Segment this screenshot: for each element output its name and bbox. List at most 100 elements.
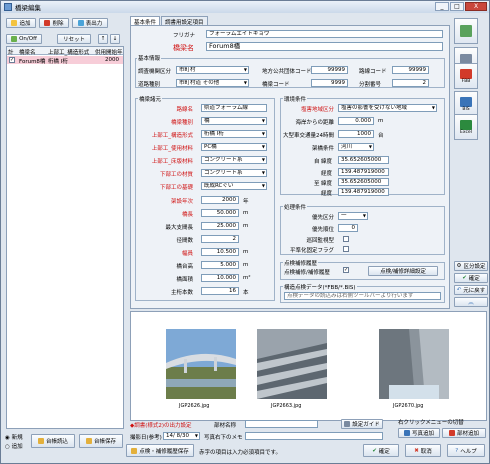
length-input[interactable]: 50.000 — [201, 209, 239, 217]
add-photo-button[interactable]: 写真追加 — [398, 428, 440, 438]
output-button[interactable]: 表出力 — [72, 18, 108, 28]
inspect-detail-button[interactable]: 点検/補修詳細設定 — [368, 266, 438, 276]
undo-button[interactable]: ↶ 元に戻す — [454, 285, 488, 295]
lat2-label: 緯度 — [321, 181, 333, 187]
read-ledger-button[interactable]: 台帳読込 — [31, 434, 75, 448]
memo-input[interactable] — [245, 432, 383, 440]
move-down-button[interactable]: ↓ — [110, 34, 120, 44]
admin-select[interactable]: 市町村 — [176, 66, 249, 74]
setting-guide-button[interactable]: 設定ガイド — [341, 419, 383, 429]
bridge-name-input[interactable]: Forum8橋 — [206, 42, 443, 51]
photo-thumbnail-1[interactable] — [166, 329, 236, 399]
output-settings-label: ◆調書(様式2)の出力設定 — [130, 423, 192, 429]
undo-icon: ↶ — [456, 287, 462, 293]
confirm-button[interactable]: ✔ 確定 — [454, 273, 488, 283]
basic-info-title: 基本情報 — [137, 54, 162, 62]
add-icon — [11, 20, 18, 26]
lon2-input[interactable]: 139.487919000 — [338, 188, 389, 196]
watch-checkbox[interactable] — [343, 236, 349, 242]
route-input[interactable]: 県道フォーラム線 — [201, 104, 267, 112]
sea-input[interactable]: 0.000 — [338, 117, 374, 125]
bridge-code-input[interactable]: 9999 — [311, 79, 348, 87]
year-label: 架設年次 — [170, 199, 193, 205]
lat2-input[interactable]: 35.652605000 — [338, 178, 389, 186]
priority-label: 優先区分 — [311, 215, 334, 221]
cross-select[interactable]: 河川 — [338, 143, 374, 151]
add-button[interactable]: 追加 — [6, 18, 36, 28]
route-code-label: 路線コード — [359, 69, 387, 75]
deck-select[interactable]: コンクリート系 — [201, 156, 267, 164]
salt-select[interactable]: 塩害の影響を受けない地域 — [338, 104, 437, 112]
row-name: Forum8橋 — [19, 59, 46, 65]
foundation-select[interactable]: 既成RCぐい — [201, 182, 267, 190]
road-label: 道路種別 — [138, 82, 161, 88]
flag-checkbox[interactable] — [343, 246, 349, 252]
output-icon — [77, 20, 84, 26]
repair-checkbox[interactable]: ✓ — [343, 267, 349, 273]
photo-thumbnail-3[interactable] — [379, 329, 449, 399]
span-input[interactable]: 25.000 — [201, 222, 239, 230]
cross-label: 架橋条件 — [311, 146, 334, 152]
traffic-unit: 台 — [378, 133, 384, 139]
env-title: 環境条件 — [283, 95, 308, 103]
memo-label: 写真右下のメモ — [204, 435, 243, 441]
delete-button[interactable]: 削除 — [39, 18, 69, 28]
sub-material-select[interactable]: コンクリート系 — [201, 169, 267, 177]
table-row[interactable]: ✓ Forum8橋 桁橋 I桁 2000 — [7, 56, 123, 65]
material-select[interactable]: PC橋 — [201, 143, 267, 151]
bridge-list[interactable]: 計 橋梁名 上部工_構造形式 供用開始年 ✓ Forum8橋 桁橋 I桁 200… — [6, 46, 124, 429]
road-select[interactable]: 市町村道 その他 — [176, 79, 249, 87]
lat1-input[interactable]: 35.652605000 — [338, 156, 389, 164]
fbb-button[interactable]: FBB — [454, 63, 478, 89]
help-icon: ? — [455, 447, 459, 454]
priority-select[interactable]: 一 — [338, 212, 368, 220]
collapse-button[interactable]: ︽ — [454, 297, 488, 307]
onoff-button[interactable]: On/Off — [6, 34, 42, 44]
excel-button[interactable]: Excel — [454, 114, 478, 140]
end-label: 至 — [314, 181, 320, 187]
member-icon — [448, 430, 455, 436]
date-picker[interactable]: 14/ 8/30 — [163, 432, 200, 440]
photo-thumbnail-2[interactable] — [257, 329, 327, 399]
save-history-button[interactable]: 点検・補修履歴保存 — [126, 444, 194, 457]
nspans-input[interactable]: 2 — [201, 235, 239, 243]
move-up-button[interactable]: ↑ — [98, 34, 108, 44]
member-name-input[interactable] — [245, 420, 318, 428]
girders-input[interactable]: 16 — [201, 287, 239, 295]
tab-survey[interactable]: 調書用設定項目 — [161, 16, 208, 26]
row-checkbox[interactable]: ✓ — [9, 57, 15, 63]
minimize-button[interactable]: _ — [435, 2, 449, 11]
start-label: 自 — [314, 159, 320, 165]
ok-button[interactable]: ✔ 確定 — [363, 444, 399, 457]
category-settings-button[interactable]: ⚙ 区分設定 — [454, 261, 488, 271]
save-ledger-button[interactable]: 台帳保存 — [79, 434, 123, 448]
section-input[interactable]: 2 — [392, 79, 429, 87]
radio-add[interactable]: ○ 追加 — [5, 442, 23, 450]
order-input[interactable]: 0 — [338, 224, 358, 232]
width-input[interactable]: 10.500 — [201, 248, 239, 256]
lgcode-input[interactable]: 99999 — [311, 66, 348, 74]
tool-button-1[interactable] — [454, 18, 478, 44]
main-window: 橋梁編集 _ □ X 追加 削除 表出力 On/Off リセット ↑ ↓ 計 橋… — [0, 0, 490, 464]
maximize-button[interactable]: □ — [450, 2, 464, 11]
radio-new[interactable]: ◉ 新規 — [5, 433, 23, 441]
height-input[interactable]: 5.000 — [201, 261, 239, 269]
deck-label: 上部工_床版材料 — [151, 159, 193, 165]
reset-button[interactable]: リセット — [57, 34, 91, 44]
furigana-input[interactable]: フォーラムエイトキョウ — [206, 30, 443, 38]
struct-select[interactable]: 桁橋 I桁 — [201, 130, 267, 138]
excel-icon — [460, 119, 472, 130]
traffic-input[interactable]: 1000 — [338, 130, 374, 138]
check-icon: ✔ — [462, 275, 467, 281]
area-input[interactable]: 10.000 — [201, 274, 239, 282]
cancel-button[interactable]: ✖ 取消 — [405, 444, 441, 457]
year-input[interactable]: 2000 — [201, 196, 239, 204]
route-code-input[interactable]: 99999 — [392, 66, 429, 74]
header-struct: 上部工_構造形式 — [48, 50, 90, 56]
type-select[interactable]: 橋 — [201, 117, 267, 125]
add-member-button[interactable]: 部材追加 — [442, 428, 486, 438]
close-button[interactable]: X — [465, 2, 487, 11]
help-button[interactable]: ? ヘルプ — [447, 444, 485, 457]
repair-label: 点検補修/補修履歴 — [284, 270, 330, 276]
lon1-input[interactable]: 139.487919000 — [338, 168, 389, 176]
